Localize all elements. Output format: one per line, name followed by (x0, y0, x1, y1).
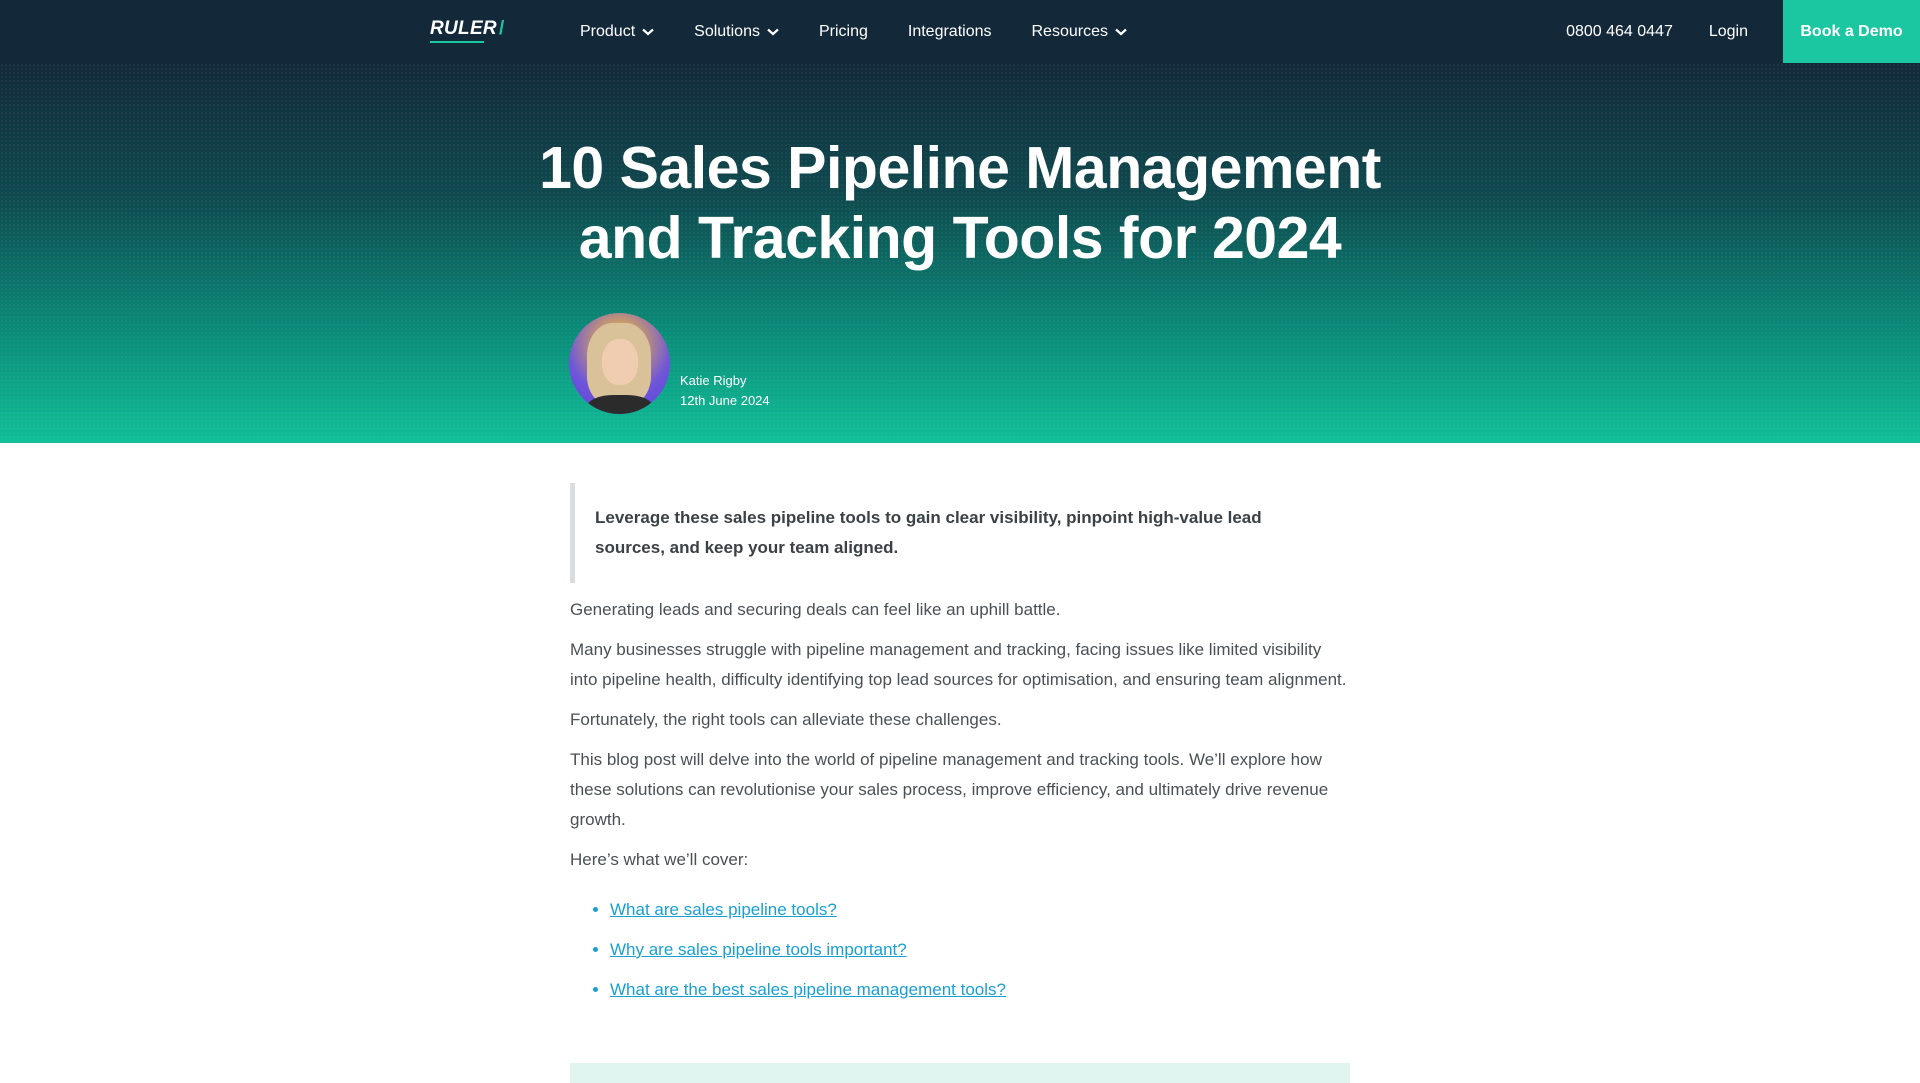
author-name: Katie Rigby (680, 373, 747, 388)
nav-item-solutions[interactable]: Solutions (694, 23, 779, 41)
logo-underline (430, 41, 484, 43)
logo-slash: / (498, 18, 505, 39)
author-avatar (569, 313, 670, 414)
article-paragraph: Here’s what we’ll cover: (570, 850, 749, 869)
phone-link[interactable]: 0800 464 0447 (1566, 23, 1673, 41)
article-body: Leverage these sales pipeline tools to g… (570, 483, 1350, 1015)
publish-date: 12th June 2024 (680, 393, 770, 408)
toc-item: Why are sales pipeline tools important? (610, 935, 1350, 965)
toc-link[interactable]: Why are sales pipeline tools important? (610, 940, 907, 959)
nav-item-product[interactable]: Product (580, 23, 654, 41)
chevron-down-icon (1115, 28, 1127, 35)
nav-item-label: Solutions (694, 22, 760, 40)
book-demo-button[interactable]: Book a Demo (1783, 0, 1920, 63)
table-of-contents: What are sales pipeline tools? Why are s… (570, 895, 1350, 1005)
hero-banner: 10 Sales Pipeline Management and Trackin… (0, 63, 1920, 443)
callout-box (570, 1063, 1350, 1083)
title-line-1: 10 Sales Pipeline Management (539, 135, 1381, 201)
intro-quote: Leverage these sales pipeline tools to g… (570, 483, 1350, 583)
toc-item: What are the best sales pipeline managem… (610, 975, 1350, 1005)
nav-item-label: Integrations (907, 22, 992, 40)
main-nav: Product Solutions Pricing Integrations R… (580, 0, 1167, 63)
article-paragraph: Fortunately, the right tools can allevia… (570, 710, 1002, 729)
ruler-logo[interactable]: RULER / (430, 18, 505, 43)
nav-item-label: Resources (1031, 22, 1108, 40)
article-paragraph: Many businesses struggle with pipeline m… (570, 640, 1347, 689)
title-line-2: and Tracking Tools for 2024 (578, 205, 1342, 271)
avatar-face (602, 339, 638, 385)
toc-link[interactable]: What are the best sales pipeline managem… (610, 980, 1006, 999)
avatar-shirt (587, 395, 653, 414)
page-title: 10 Sales Pipeline Management and Trackin… (460, 133, 1460, 273)
article-paragraph: This blog post will delve into the world… (570, 750, 1329, 829)
nav-item-label: Product (580, 22, 636, 40)
logo-text: RULER (430, 18, 497, 39)
toc-link[interactable]: What are sales pipeline tools? (610, 900, 837, 919)
nav-right-group: 0800 464 0447 Login Book a Demo (1566, 0, 1920, 63)
chevron-down-icon (767, 28, 779, 35)
nav-item-pricing[interactable]: Pricing (819, 23, 868, 41)
nav-item-integrations[interactable]: Integrations (908, 23, 992, 41)
article-paragraph: Generating leads and securing deals can … (570, 600, 1061, 619)
chevron-down-icon (642, 28, 654, 35)
nav-item-label: Pricing (818, 22, 868, 40)
top-navbar: RULER / Product Solutions Pricing Integra… (0, 0, 1920, 63)
login-link[interactable]: Login (1709, 23, 1748, 41)
toc-item: What are sales pipeline tools? (610, 895, 1350, 925)
nav-item-resources[interactable]: Resources (1031, 22, 1127, 41)
